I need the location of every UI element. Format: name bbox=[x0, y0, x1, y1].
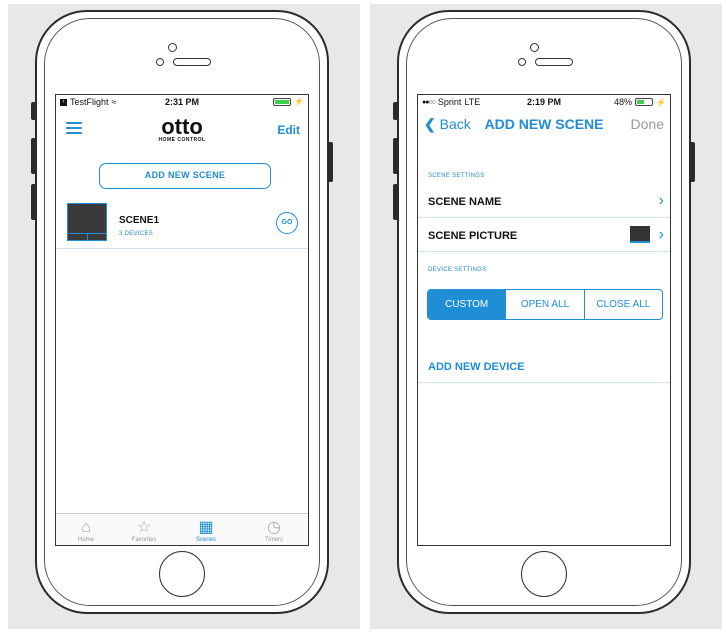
sensor-icon bbox=[156, 58, 164, 66]
go-button[interactable]: GO bbox=[276, 212, 298, 234]
mute-switch bbox=[31, 102, 36, 120]
add-scene-screen: ●●○○ Sprint LTE 2:19 PM 48% ⚡ ❮ Back ADD… bbox=[417, 94, 671, 546]
speaker-grille bbox=[535, 58, 573, 66]
scene-list-item[interactable]: SCENE1 3 DEVICES GO bbox=[56, 199, 308, 249]
scene-thumbnail bbox=[67, 203, 107, 241]
tab-home[interactable]: ⌂ Home bbox=[56, 519, 116, 543]
left-phone-panel: ‹ TestFlight ≈ 2:31 PM ⚡ otto HOME CONTR… bbox=[8, 4, 360, 629]
scenes-screen: ‹ TestFlight ≈ 2:31 PM ⚡ otto HOME CONTR… bbox=[55, 94, 309, 546]
done-button[interactable]: Done bbox=[631, 116, 664, 132]
tab-timers[interactable]: ◷ Timers bbox=[244, 519, 304, 543]
right-phone-panel: ●●○○ Sprint LTE 2:19 PM 48% ⚡ ❮ Back ADD… bbox=[370, 4, 722, 629]
status-time: 2:31 PM bbox=[164, 97, 199, 107]
battery-percent: 48% bbox=[614, 97, 633, 107]
logo-word: otto bbox=[161, 114, 203, 139]
speaker-grille bbox=[173, 58, 211, 66]
logo-subtitle: HOME CONTROL bbox=[158, 137, 206, 143]
add-new-scene-button[interactable]: ADD NEW SCENE bbox=[99, 163, 271, 189]
camera-icon bbox=[530, 43, 539, 52]
add-new-device-label: ADD NEW DEVICE bbox=[428, 361, 525, 373]
tab-scenes-label: Scenes bbox=[195, 537, 216, 543]
sensor-icon bbox=[518, 58, 526, 66]
otto-logo: otto HOME CONTROL bbox=[56, 114, 308, 144]
device-mode-segmented-control: CUSTOM OPEN ALL CLOSE ALL bbox=[427, 289, 663, 320]
segment-close-all[interactable]: CLOSE ALL bbox=[583, 290, 662, 319]
camera-icon bbox=[168, 43, 177, 52]
device-settings-header: DEVICE SETTINGS bbox=[428, 267, 487, 273]
home-button[interactable] bbox=[521, 551, 567, 597]
segment-open-all[interactable]: OPEN ALL bbox=[505, 290, 583, 319]
charging-icon: ⚡ bbox=[294, 97, 304, 106]
scene-name-label: SCENE NAME bbox=[428, 196, 502, 208]
edit-button[interactable]: Edit bbox=[277, 123, 300, 137]
charging-icon: ⚡ bbox=[656, 97, 666, 107]
mute-switch bbox=[393, 102, 398, 120]
tab-scenes[interactable]: ▦ Scenes bbox=[176, 519, 236, 543]
tab-favorites-label: Favorites bbox=[131, 537, 157, 543]
power-button bbox=[690, 142, 695, 182]
scene-picture-label: SCENE PICTURE bbox=[428, 230, 518, 242]
phone-frame: ‹ TestFlight ≈ 2:31 PM ⚡ otto HOME CONTR… bbox=[31, 10, 333, 614]
segment-custom[interactable]: CUSTOM bbox=[428, 290, 506, 319]
battery-icon bbox=[635, 98, 654, 106]
scene-settings-header: SCENE SETTINGS bbox=[428, 173, 485, 179]
scene-picture-row[interactable]: SCENE PICTURE › bbox=[418, 219, 670, 252]
tab-bar: ⌂ Home ☆ Favorites ▦ Scenes ◷ Timers bbox=[56, 513, 308, 545]
battery-icon bbox=[273, 97, 292, 106]
status-bar: ‹ TestFlight ≈ 2:31 PM ⚡ bbox=[56, 95, 308, 109]
star-icon: ☆ bbox=[136, 519, 152, 536]
volume-up-button bbox=[393, 138, 398, 174]
status-bar: ●●○○ Sprint LTE 2:19 PM 48% ⚡ bbox=[418, 95, 670, 109]
scene-name: SCENE1 bbox=[119, 215, 160, 226]
home-icon: ⌂ bbox=[81, 519, 91, 536]
chevron-right-icon: › bbox=[658, 192, 664, 209]
scene-device-count: 3 DEVICES bbox=[119, 231, 154, 237]
scene-name-row[interactable]: SCENE NAME › bbox=[418, 185, 670, 218]
add-new-device-row[interactable]: ADD NEW DEVICE bbox=[418, 349, 670, 383]
tab-home-label: Home bbox=[77, 537, 94, 543]
home-button[interactable] bbox=[159, 551, 205, 597]
volume-up-button bbox=[31, 138, 36, 174]
phone-frame: ●●○○ Sprint LTE 2:19 PM 48% ⚡ ❮ Back ADD… bbox=[393, 10, 695, 614]
tab-timers-label: Timers bbox=[264, 537, 284, 543]
power-button bbox=[328, 142, 333, 182]
scene-picture-thumbnail bbox=[630, 226, 650, 243]
clock-icon: ◷ bbox=[267, 519, 281, 536]
volume-down-button bbox=[31, 184, 36, 220]
volume-down-button bbox=[393, 184, 398, 220]
chevron-right-icon: › bbox=[658, 226, 664, 243]
tab-favorites[interactable]: ☆ Favorites bbox=[114, 519, 174, 543]
scenes-icon: ▦ bbox=[198, 519, 214, 536]
